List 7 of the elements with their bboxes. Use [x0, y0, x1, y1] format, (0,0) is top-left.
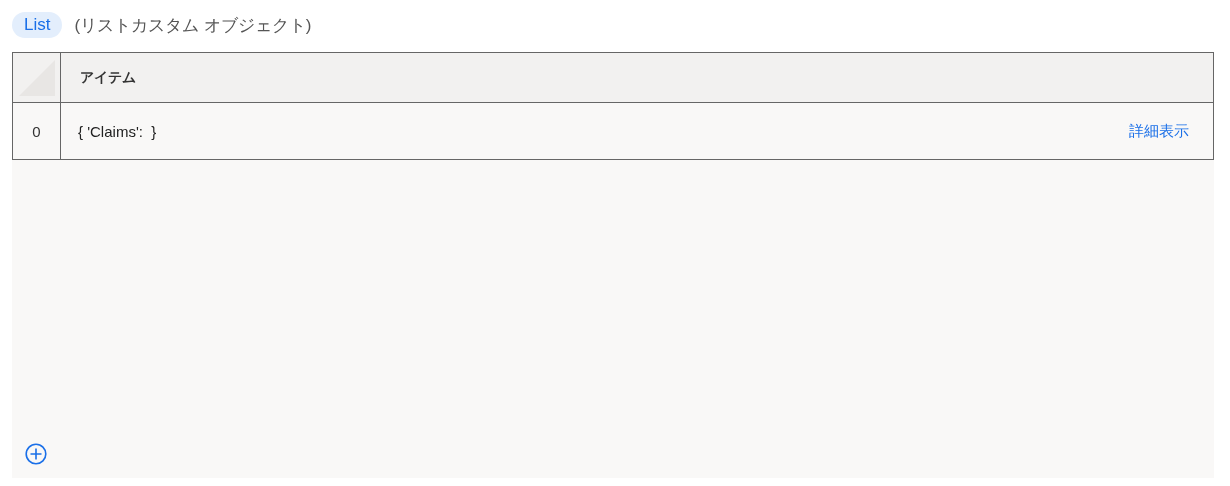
type-badge: List — [12, 12, 63, 38]
type-description: (リストカスタム オブジェクト) — [74, 14, 312, 37]
item-value: { 'Claims': } — [78, 122, 157, 140]
row-index: 0 — [13, 103, 61, 159]
add-icon[interactable] — [25, 443, 47, 465]
column-header: アイテム — [79, 68, 137, 87]
details-link[interactable]: 詳細表示 — [1129, 121, 1189, 141]
